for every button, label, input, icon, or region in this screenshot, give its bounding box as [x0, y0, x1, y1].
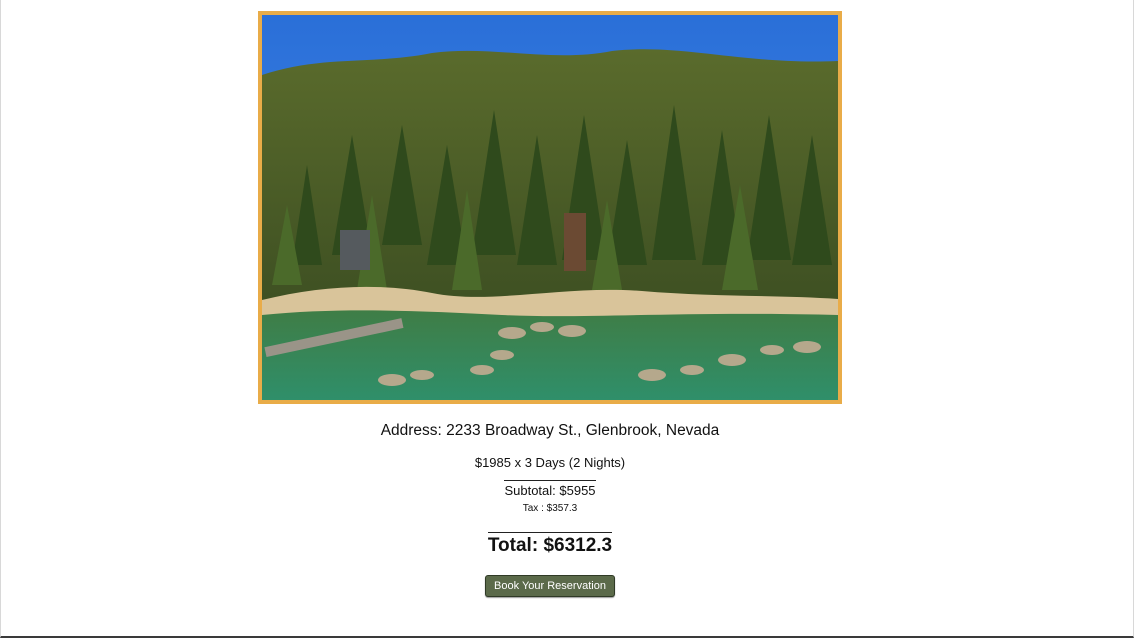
subtotal-amount: Subtotal: $5955 — [504, 480, 596, 498]
property-address: Address: 2233 Broadway St., Glenbrook, N… — [380, 422, 720, 439]
booking-actions: Book Your Reservation — [1, 575, 1099, 597]
page: Address: 2233 Broadway St., Glenbrook, N… — [0, 0, 1134, 638]
total-row: Total: $6312.3 — [1, 532, 1099, 557]
total-amount: Total: $6312.3 — [487, 532, 613, 557]
property-photo — [262, 15, 838, 400]
nightly-rate-line: $1985 x 3 Days (2 Nights) — [474, 455, 626, 470]
property-photo-frame — [258, 11, 842, 404]
book-reservation-button[interactable]: Book Your Reservation — [485, 575, 615, 597]
tax-amount: Tax : $357.3 — [522, 503, 578, 514]
subtotal-row: Subtotal: $5955 — [1, 480, 1099, 500]
